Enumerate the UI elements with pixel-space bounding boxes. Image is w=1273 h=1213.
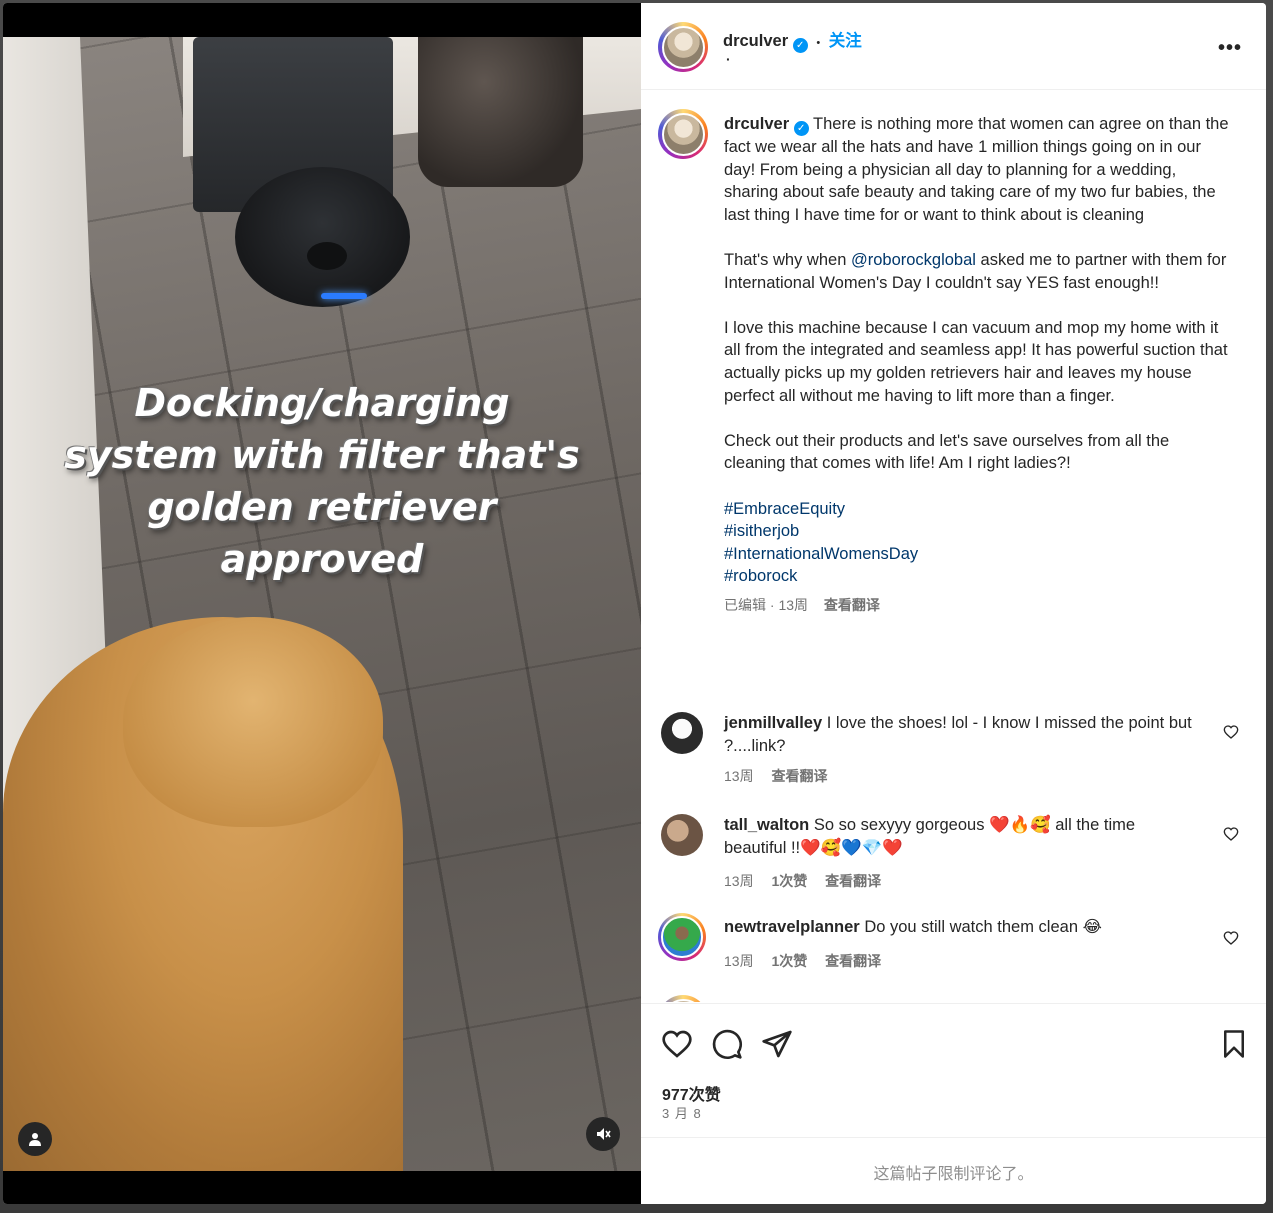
next-commenter-avatar-image	[661, 998, 705, 1002]
comment-time: 13周	[724, 768, 754, 784]
comment-time: 13周	[724, 873, 754, 889]
hashtag-link[interactable]: #roborock	[724, 565, 1234, 588]
commenter-username[interactable]: tall_walton	[724, 816, 809, 834]
comment-item: jenmillvalley I love the shoes! lol - I …	[661, 712, 1251, 792]
post-panel: drculver ✓ • 关注 · ••• drculver ✓ There i…	[641, 3, 1266, 1204]
likes-count[interactable]: 977次赞	[662, 1081, 721, 1105]
share-icon[interactable]	[761, 1028, 793, 1060]
verified-badge-icon: ✓	[792, 38, 808, 53]
commenter-avatar-image	[661, 916, 703, 958]
mute-icon	[597, 1128, 611, 1140]
like-heart-icon[interactable]	[661, 1028, 693, 1060]
caption-avatar-image	[661, 112, 705, 156]
comment-like-count[interactable]: 1次赞	[771, 953, 807, 969]
commenter-avatar[interactable]	[658, 913, 706, 961]
bookmark-icon[interactable]	[1219, 1028, 1249, 1060]
post-header: drculver ✓ • 关注 · •••	[641, 3, 1266, 90]
caption-translate-link[interactable]: 查看翻译	[824, 597, 880, 613]
caption-p3: I love this machine because I can vacuum…	[724, 318, 1228, 405]
comment-text-block: newtravelplanner Do you still watch them…	[724, 916, 1194, 939]
comment-text: Do you still watch them clean 😂	[864, 918, 1102, 936]
more-options-button[interactable]: •••	[1218, 37, 1242, 60]
caption-time: 已编辑 · 13周	[724, 596, 809, 613]
post-caption: drculver ✓ There is nothing more that wo…	[724, 113, 1234, 616]
mute-button[interactable]	[586, 1117, 620, 1151]
overlay-line: golden retriever	[147, 485, 497, 529]
comment-item: tall_walton So so sexyyy gorgeous ❤️🔥🥰 a…	[661, 814, 1251, 894]
robot-sensor	[307, 242, 347, 270]
comments-scroll[interactable]: drculver ✓ There is nothing more that wo…	[641, 90, 1266, 1002]
video-overlay-text: Docking/charging system with filter that…	[3, 377, 641, 585]
verified-badge-icon: ✓	[793, 121, 809, 136]
hashtag-link[interactable]: #InternationalWomensDay	[724, 543, 1234, 566]
caption-p2-before: That's why when	[724, 250, 851, 269]
comment-icon[interactable]	[711, 1028, 743, 1060]
robot-led	[321, 293, 367, 299]
header-user-line: drculver ✓ • 关注	[723, 27, 862, 53]
comment-meta: 13周 1次赞 查看翻译	[724, 951, 895, 971]
comment-translate-link[interactable]: 查看翻译	[825, 953, 881, 969]
caption-meta: 已编辑 · 13周 查看翻译	[724, 594, 1234, 617]
comment-meta: 13周 1次赞 查看翻译	[724, 871, 895, 891]
comments-disabled-notice: 这篇帖子限制评论了。	[641, 1137, 1266, 1204]
post-modal: Docking/charging system with filter that…	[3, 3, 1266, 1204]
comment-like-heart-icon[interactable]	[1223, 724, 1239, 740]
overlay-line: Docking/charging	[134, 381, 510, 425]
post-video[interactable]: Docking/charging system with filter that…	[3, 37, 641, 1171]
comment-text-block: jenmillvalley I love the shoes! lol - I …	[724, 712, 1194, 757]
comment-item: newtravelplanner Do you still watch them…	[658, 913, 1251, 986]
comment-text-block: tall_walton So so sexyyy gorgeous ❤️🔥🥰 a…	[724, 814, 1194, 859]
commenter-avatar[interactable]	[661, 712, 703, 754]
robot-vacuum	[235, 167, 410, 307]
comment-like-count[interactable]: 1次赞	[771, 873, 807, 889]
trash-bin	[418, 37, 583, 187]
hashtag-link[interactable]: #EmbraceEquity	[724, 498, 1234, 521]
caption-avatar[interactable]	[658, 109, 708, 159]
author-avatar[interactable]	[658, 22, 708, 72]
author-username[interactable]: drculver	[723, 32, 788, 50]
caption-p4: Check out their products and let's save …	[724, 431, 1170, 473]
next-commenter-avatar[interactable]	[658, 995, 708, 1002]
commenter-username[interactable]: newtravelplanner	[724, 918, 860, 936]
follow-button[interactable]: 关注	[829, 32, 862, 50]
commenter-username[interactable]: jenmillvalley	[724, 714, 822, 732]
caption-username[interactable]: drculver	[724, 115, 789, 133]
mention-link[interactable]: @roborockglobal	[851, 251, 976, 269]
comment-translate-link[interactable]: 查看翻译	[771, 768, 827, 784]
user-tag-button[interactable]	[18, 1122, 52, 1156]
header-separator: •	[816, 37, 821, 49]
hashtag-list: #EmbraceEquity #isitherjob #Internationa…	[724, 498, 1234, 588]
comment-meta: 13周 查看翻译	[724, 766, 841, 786]
comment-translate-link[interactable]: 查看翻译	[825, 873, 881, 889]
hashtag-link[interactable]: #isitherjob	[724, 520, 1234, 543]
post-date: 3 月 8	[662, 1106, 702, 1121]
post-actions: 977次赞 3 月 8	[641, 1003, 1266, 1138]
overlay-line: approved	[220, 537, 424, 581]
overlay-line: system with filter that's	[64, 433, 580, 477]
dog-head	[123, 617, 383, 827]
user-tag-icon	[29, 1133, 41, 1146]
header-subline: ·	[726, 51, 731, 67]
comment-like-heart-icon[interactable]	[1223, 826, 1239, 842]
author-avatar-image	[661, 25, 705, 69]
commenter-avatar[interactable]	[661, 814, 703, 856]
comment-like-heart-icon[interactable]	[1223, 930, 1239, 946]
comment-time: 13周	[724, 953, 754, 969]
post-media[interactable]: Docking/charging system with filter that…	[3, 3, 641, 1204]
